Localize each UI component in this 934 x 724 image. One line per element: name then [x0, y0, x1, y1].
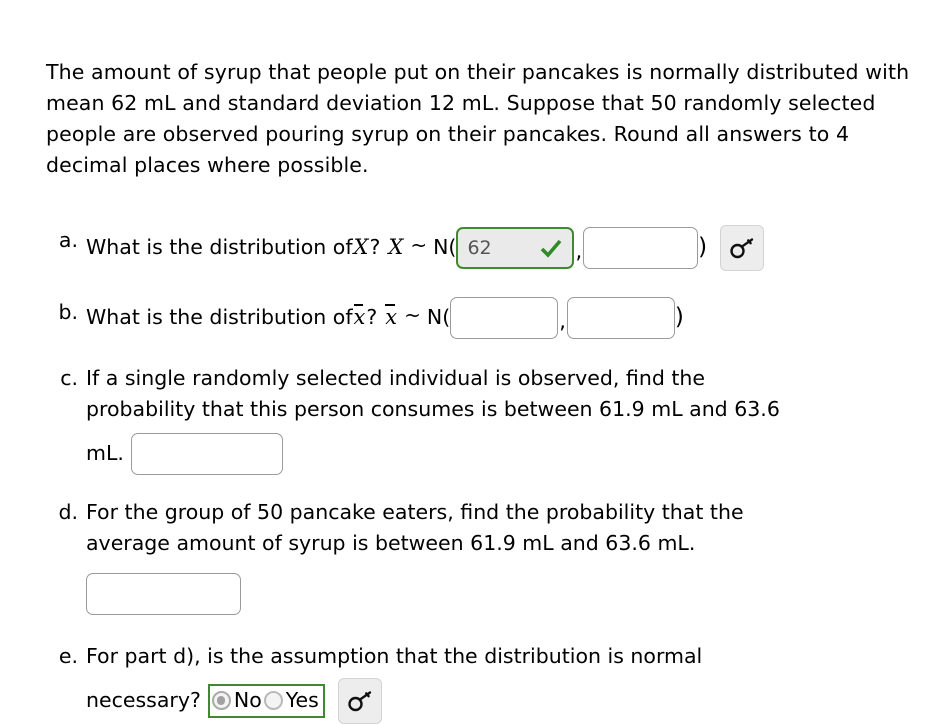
part-a-sd-input[interactable] — [583, 226, 699, 269]
radio-option-no[interactable]: No — [211, 685, 264, 716]
problem-statement: The amount of syrup that people put on t… — [46, 59, 910, 177]
radio-indicator-yes[interactable] — [263, 691, 283, 710]
part-e-line-1: For part d), is the assumption that the … — [86, 643, 703, 668]
part-a: a. What is the distribution of X ? X ~ N… — [46, 224, 924, 271]
part-b-question-mark: ? — [366, 305, 378, 329]
part-e-line-2: necessary? — [86, 688, 201, 712]
part-c-answer-input[interactable] — [130, 432, 283, 475]
radio-label-yes: Yes — [285, 688, 319, 712]
part-b-comma: , — [559, 309, 566, 333]
part-e-answer-row: necessary? No Yes — [86, 677, 924, 724]
part-a-mean-wrap — [456, 226, 575, 269]
part-b-marker: b. — [58, 299, 78, 324]
part-e-marker: e. — [58, 643, 78, 668]
part-c-line-2: probability that this person consumes is… — [86, 396, 780, 421]
part-d-answer-input[interactable] — [86, 572, 241, 615]
part-b-sd-input[interactable] — [566, 296, 675, 339]
part-e: e. For part d), is the assumption that t… — [46, 641, 924, 724]
part-c-marker: c. — [60, 365, 78, 390]
part-a-comma: , — [575, 239, 583, 263]
part-b-variable-2: x — [385, 304, 398, 329]
part-a-row: What is the distribution of X ? X ~ N( , — [86, 224, 924, 271]
part-a-variable: X — [353, 235, 369, 259]
part-a-key-button[interactable] — [720, 224, 765, 271]
radio-option-yes[interactable]: Yes — [263, 685, 321, 716]
part-b-dist-label: N( — [426, 305, 451, 329]
part-d-line-1: For the group of 50 pancake eaters, find… — [86, 499, 744, 524]
part-c: c. If a single randomly selected individ… — [46, 363, 924, 475]
part-b-variable: x — [353, 304, 366, 329]
part-a-close-paren: ) — [698, 234, 708, 260]
part-b-tilde: ~ — [404, 303, 421, 327]
part-d: d. For the group of 50 pancake eaters, f… — [46, 497, 924, 615]
part-d-answer-row — [86, 572, 924, 615]
part-a-tilde: ~ — [410, 233, 428, 257]
radio-label-no: No — [233, 688, 262, 712]
problem-page: The amount of syrup that people put on t… — [0, 0, 934, 724]
parts-list: a. What is the distribution of X ? X ~ N… — [46, 224, 924, 724]
part-e-radio-group: No Yes — [207, 683, 325, 718]
part-a-variable-2: X — [388, 235, 404, 259]
key-icon — [348, 690, 372, 711]
part-e-key-button[interactable] — [337, 677, 382, 724]
part-b-row: What is the distribution of x ? x ~ N( ,… — [86, 296, 924, 339]
part-c-answer-row: mL. — [86, 432, 924, 475]
radio-indicator-no[interactable] — [211, 691, 231, 710]
part-a-mean-input[interactable] — [456, 226, 575, 269]
part-a-question: What is the distribution of — [86, 235, 353, 259]
part-d-line-2: average amount of syrup is between 61.9 … — [86, 530, 696, 555]
part-b-close-paren: ) — [674, 304, 684, 330]
part-b-mean-input[interactable] — [450, 296, 559, 339]
part-b: b. What is the distribution of x ? x ~ N… — [46, 296, 924, 339]
part-a-question-mark: ? — [369, 235, 381, 259]
key-icon — [730, 237, 754, 258]
part-b-question: What is the distribution of — [86, 305, 353, 329]
part-a-dist-label: N( — [433, 235, 457, 259]
part-c-line-1: If a single randomly selected individual… — [86, 365, 706, 390]
part-c-unit: mL. — [86, 441, 124, 465]
part-d-marker: d. — [58, 499, 78, 524]
part-a-marker: a. — [58, 227, 78, 252]
